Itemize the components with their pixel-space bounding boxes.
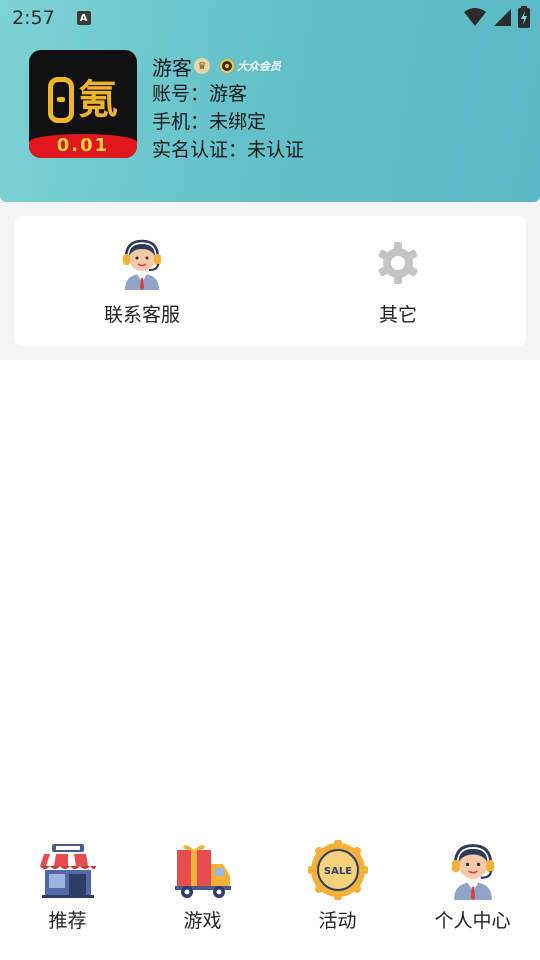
contact-service-button[interactable]: 联系客服: [14, 216, 270, 346]
tab-games-label: 游戏: [183, 910, 222, 932]
logo-mark: 氪: [41, 72, 125, 128]
wifi-icon: [464, 8, 486, 26]
app-logo: 氪 0.01: [29, 50, 137, 158]
svg-text:SALE: SALE: [323, 866, 351, 877]
tab-events[interactable]: SALE 活动: [270, 836, 405, 946]
member-level-icon: [220, 59, 234, 73]
tab-events-label: 活动: [318, 910, 357, 932]
tab-recommend[interactable]: 推荐: [0, 836, 135, 946]
crown-icon: ♛: [194, 58, 210, 74]
signal-icon: [494, 9, 511, 26]
gift-truck-icon: [174, 845, 231, 898]
other-label: 其它: [378, 304, 417, 326]
battery-icon: [518, 6, 530, 28]
phone-line: 手机：未绑定: [152, 111, 267, 133]
status-icons: [464, 6, 530, 28]
tab-profile-label: 个人中心: [434, 910, 511, 932]
status-time: 2:57: [12, 7, 55, 29]
member-label: 大众会员: [237, 60, 281, 73]
user-name-row: 游客 ♛ 大众会员: [152, 52, 304, 80]
tab-recommend-label: 推荐: [48, 910, 87, 932]
customer-service-icon: [123, 239, 161, 290]
store-icon: [39, 844, 96, 898]
service-card: 联系客服 其它: [14, 216, 526, 346]
status-bar: 2:57 A: [0, 0, 540, 36]
user-info: 游客 ♛ 大众会员 账号：游客 手机：未绑定 实名认证：未认证: [152, 52, 304, 164]
profile-header: 2:57 A 氪 0.01 游客 ♛ 大众会员 账号：游客 手机：未绑定 实名认…: [0, 0, 540, 202]
verify-line: 实名认证：未认证: [152, 139, 305, 161]
user-name: 游客: [152, 55, 192, 80]
logo-char: 氪: [78, 77, 118, 123]
account-line: 账号：游客: [152, 83, 248, 105]
contact-service-label: 联系客服: [103, 304, 180, 326]
notification-icon: A: [76, 11, 91, 25]
other-button[interactable]: 其它: [270, 216, 526, 346]
customer-service-icon: [451, 844, 494, 900]
member-badge: 大众会员: [220, 58, 281, 74]
tab-games[interactable]: 游戏: [135, 836, 270, 946]
logo-price: 0.01: [29, 134, 137, 158]
bottom-tab-bar: 推荐 游戏 SALE 活动 个人中心: [0, 836, 540, 960]
logo-pill-icon: [48, 77, 74, 123]
sale-badge-icon: SALE: [307, 840, 368, 900]
gear-icon: [378, 242, 418, 284]
tab-profile[interactable]: 个人中心: [405, 836, 540, 946]
